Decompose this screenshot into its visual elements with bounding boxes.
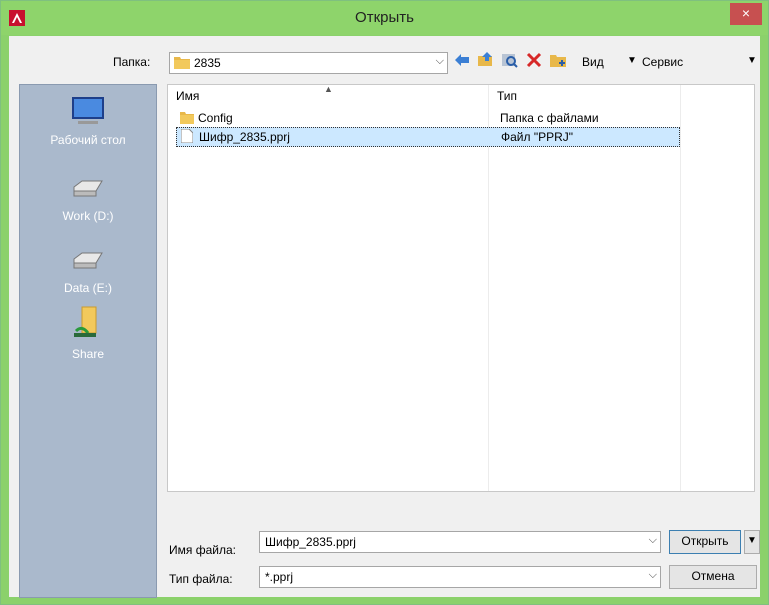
close-button[interactable]: × xyxy=(730,3,762,25)
cancel-button[interactable]: Отмена xyxy=(669,565,757,589)
column-header-type[interactable]: Тип xyxy=(489,85,681,107)
up-folder-icon xyxy=(478,52,492,66)
file-icon xyxy=(180,128,194,146)
column-name-label: Имя xyxy=(176,89,200,103)
folder-label: Папка: xyxy=(113,55,151,69)
open-dialog: Открыть × Папка: 2835 ⌵ Вид ▼ Сервис ▼ Р… xyxy=(0,0,769,605)
place-label: Work (D:) xyxy=(62,209,114,223)
folder-value: 2835 xyxy=(194,56,221,70)
list-item[interactable]: Config Папка с файлами xyxy=(176,109,678,127)
place-share[interactable]: Share xyxy=(20,303,156,361)
open-button[interactable]: Открыть xyxy=(669,530,741,554)
filetype-select[interactable]: *.pprj ⌵ xyxy=(259,566,661,588)
chevron-down-icon[interactable]: ⌵ xyxy=(649,569,657,582)
place-label: Рабочий стол xyxy=(50,133,126,147)
place-label: Share xyxy=(71,347,105,361)
drive-icon xyxy=(73,252,103,269)
shared-folder-icon xyxy=(74,306,97,337)
filename-label: Имя файла: xyxy=(169,543,236,557)
item-type: Папка с файлами xyxy=(500,111,599,125)
filetype-label: Тип файла: xyxy=(169,572,233,586)
desktop-icon xyxy=(72,97,104,124)
view-dropdown-icon[interactable]: ▼ xyxy=(627,55,637,66)
search-web-button[interactable] xyxy=(501,51,519,71)
folder-icon xyxy=(180,110,194,127)
drive-icon xyxy=(73,180,103,197)
title-bar: Открыть × xyxy=(1,1,768,35)
filename-value: Шифр_2835.pprj xyxy=(265,535,356,549)
place-work-drive[interactable]: Work (D:) xyxy=(20,173,156,223)
delete-button[interactable] xyxy=(525,51,543,71)
back-button[interactable] xyxy=(453,51,471,71)
column-divider xyxy=(680,85,681,491)
view-label: Вид xyxy=(582,55,604,69)
view-menu[interactable]: Вид xyxy=(582,55,604,69)
sort-ascending-icon: ▲ xyxy=(324,84,333,94)
service-dropdown-icon[interactable]: ▼ xyxy=(747,55,757,66)
chevron-down-icon[interactable]: ⌵ xyxy=(436,55,444,68)
service-menu[interactable]: Сервис xyxy=(642,55,683,69)
new-folder-button[interactable] xyxy=(549,51,567,71)
close-icon: × xyxy=(741,5,751,21)
column-type-label: Тип xyxy=(497,89,518,103)
search-icon xyxy=(502,54,518,68)
filetype-value: *.pprj xyxy=(265,570,294,584)
item-type: Файл "PPRJ" xyxy=(501,130,574,144)
dialog-body: Папка: 2835 ⌵ Вид ▼ Сервис ▼ Рабочий сто… xyxy=(9,36,760,598)
new-folder-icon xyxy=(550,55,566,67)
up-folder-button[interactable] xyxy=(477,51,495,71)
back-arrow-icon xyxy=(455,54,469,66)
place-data-drive[interactable]: Data (E:) xyxy=(20,245,156,295)
chevron-down-icon[interactable]: ⌵ xyxy=(649,534,657,547)
place-desktop[interactable]: Рабочий стол xyxy=(20,97,156,147)
file-list[interactable]: Имя ▲ Тип Config Папка с файлами Шифр_28… xyxy=(167,84,755,492)
delete-icon xyxy=(526,52,542,68)
places-bar: Рабочий стол Work (D:) Data (E:) Share xyxy=(19,84,157,598)
service-label: Сервис xyxy=(642,55,684,69)
open-dropdown-button[interactable]: ▼ xyxy=(744,530,760,554)
window-title: Открыть xyxy=(355,9,414,26)
folder-combo[interactable]: 2835 ⌵ xyxy=(169,52,448,74)
filename-input[interactable]: Шифр_2835.pprj ⌵ xyxy=(259,531,661,553)
chevron-down-icon: ▼ xyxy=(747,535,757,546)
column-header-name[interactable]: Имя ▲ xyxy=(168,84,489,107)
item-name: Config xyxy=(198,111,233,125)
list-item-selected[interactable]: Шифр_2835.pprj Файл "PPRJ" xyxy=(176,127,680,147)
place-label: Data (E:) xyxy=(63,281,112,295)
folder-icon xyxy=(174,55,190,72)
item-name: Шифр_2835.pprj xyxy=(199,130,290,144)
